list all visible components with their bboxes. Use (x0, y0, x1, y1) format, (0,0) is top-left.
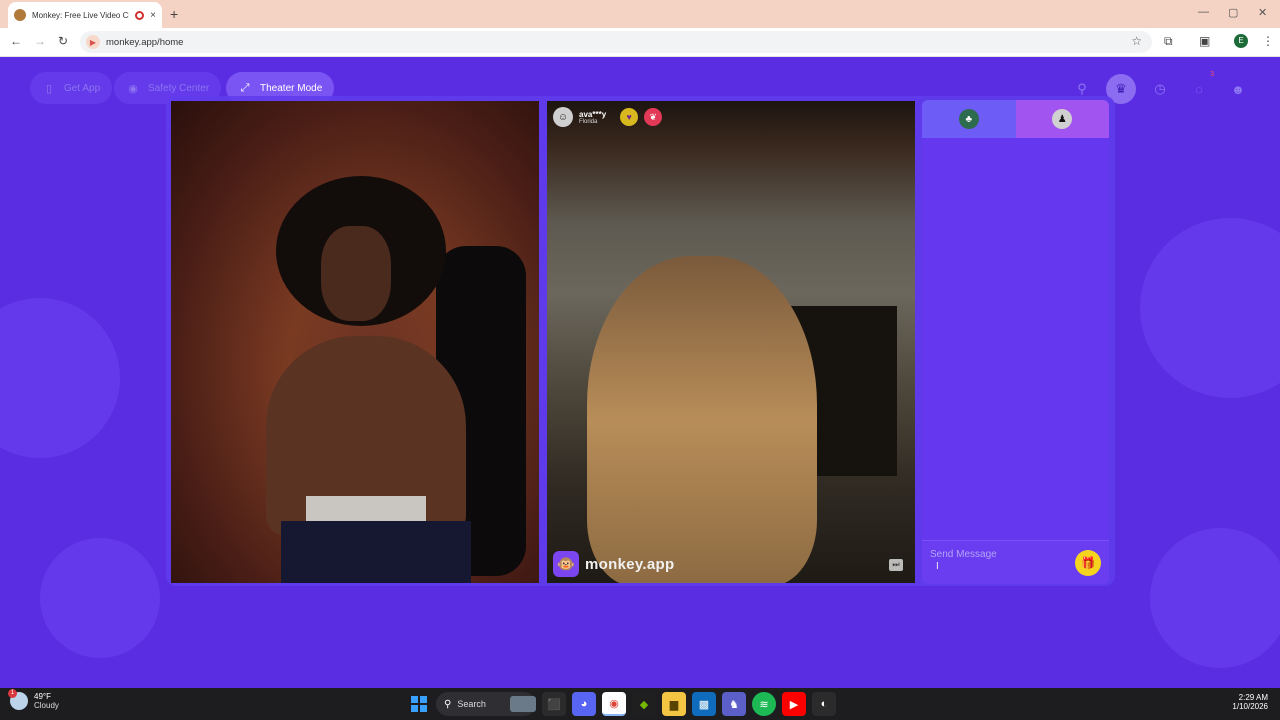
discord-icon[interactable]: ◕ (572, 692, 596, 716)
partner-2-avatar: ♟ (1052, 109, 1073, 129)
expand-icon: ⤢ (240, 81, 250, 94)
photos-icon[interactable]: ▩ (692, 692, 716, 716)
skip-icon[interactable]: ⏭ (889, 559, 903, 571)
pants (281, 521, 471, 583)
back-icon[interactable]: ← (10, 34, 22, 48)
weather-temp: 49°F (34, 692, 51, 701)
chat-panel: ♣ ♟ Send Message I 🎁 (922, 100, 1109, 584)
waistband (306, 496, 426, 521)
chat-icon[interactable]: ◌ 3 (1184, 71, 1214, 104)
avatar-icon[interactable]: ☻ (1223, 74, 1253, 104)
monkey-watermark: 🐵 monkey.app (553, 551, 674, 577)
search-highlight-icon (509, 696, 536, 712)
clock-date: 1/10/2026 (1232, 702, 1268, 711)
weather-condition: Cloudy (34, 701, 59, 710)
teams-icon[interactable]: ♞ (722, 692, 746, 716)
obs-icon[interactable]: ◐ (812, 692, 836, 716)
gift-icon[interactable]: 🎁 (1075, 550, 1101, 576)
taskbar-clock[interactable]: 2:29 AM 1/10/2026 (1232, 693, 1268, 711)
url-text: monkey.app/home (106, 36, 184, 48)
partner-avatar[interactable]: ☺ (553, 107, 573, 127)
safety-center-label: Safety Center (148, 82, 210, 94)
browser-tab-bar: Monkey: Free Live Video Ch × + — ▢ ✕ (0, 0, 1280, 28)
address-bar[interactable]: ▶ monkey.app/home ☆ (80, 31, 1152, 53)
background-decoration (0, 298, 120, 458)
tab-title: Monkey: Free Live Video Ch (32, 10, 130, 20)
browser-tab[interactable]: Monkey: Free Live Video Ch × (8, 2, 162, 28)
windows-start-icon[interactable] (408, 693, 430, 715)
tab-chat-partner-2[interactable]: ♟ (1015, 100, 1109, 138)
taskbar-search[interactable]: ⚲ Search (436, 692, 536, 716)
get-app-label: Get App (64, 82, 101, 94)
get-app-button[interactable]: ▯ Get App (30, 72, 113, 104)
monkey-logo-icon: 🐵 (553, 551, 579, 577)
notification-badge: 3 (1210, 71, 1214, 78)
file-explorer-icon[interactable]: ▆ (662, 692, 686, 716)
tab-close-button[interactable]: × (150, 10, 156, 21)
phone-icon: ▯ (45, 82, 53, 95)
partner-hair (587, 256, 817, 583)
weather-widget[interactable]: 1 49°F Cloudy (8, 689, 59, 710)
watermark-text: monkey.app (585, 555, 675, 573)
partner-name: ava***y (579, 109, 607, 119)
chrome-icon[interactable]: ◉ (602, 692, 626, 716)
partner-location: Florida (579, 118, 598, 125)
clock-icon[interactable]: ◷ (1145, 74, 1175, 104)
background-decoration (1140, 218, 1280, 398)
clock-time: 2:29 AM (1238, 693, 1268, 702)
maximize-button[interactable]: ▢ (1228, 6, 1238, 19)
browser-toolbar: ← → ↻ ▶ monkey.app/home ☆ ⧉ ▣ E ⋮ (0, 28, 1280, 57)
new-tab-button[interactable]: + (170, 6, 178, 22)
reload-icon[interactable]: ↻ (58, 34, 68, 48)
tab-chat-partner-1[interactable]: ♣ (922, 100, 1016, 138)
shield-icon: ◉ (128, 82, 138, 95)
close-window-button[interactable]: ✕ (1258, 6, 1267, 19)
youtube-icon[interactable]: ▶ (782, 692, 806, 716)
gift-badge-icon[interactable]: ❦ (644, 108, 663, 126)
message-placeholder: Send Message (930, 549, 997, 560)
background-decoration (40, 538, 160, 658)
cloud-icon: 1 (8, 689, 28, 710)
taskbar-apps: ⚲ Search ⬛ ◕ ◉ ◆ ▆ ▩ ♞ ≋ ▶ ◐ (408, 692, 836, 716)
heart-badge-icon[interactable]: ♥ (620, 108, 639, 126)
windows-taskbar: 1 49°F Cloudy ⚲ Search ⬛ ◕ ◉ ◆ ▆ ▩ ♞ ≋ ▶… (0, 688, 1280, 720)
minimize-button[interactable]: — (1198, 6, 1209, 18)
partner-info[interactable]: ☺ ava***y Florida ♥ ❦ (553, 107, 663, 127)
spotify-icon[interactable]: ≋ (752, 692, 776, 716)
message-input[interactable]: Send Message I 🎁 (922, 540, 1109, 584)
site-info-icon[interactable]: ▶ (86, 35, 100, 49)
weather-badge: 1 (8, 689, 17, 698)
theater-mode-label: Theater Mode (260, 82, 323, 94)
background-decoration (1150, 528, 1280, 668)
search-label: Search (457, 699, 486, 709)
forward-icon[interactable]: → (34, 34, 46, 48)
epic-games-icon[interactable]: ⬛ (542, 692, 566, 716)
partner-video: ☺ ava***y Florida ♥ ❦ 🐵 monkey.app ⏭ (547, 101, 915, 583)
browser-menu-icon[interactable]: ⋮ (1262, 34, 1274, 48)
partner-1-avatar: ♣ (958, 109, 979, 129)
tab-search-icon[interactable]: ▣ (1199, 34, 1210, 48)
recording-icon (135, 10, 145, 20)
bookmark-star-icon[interactable]: ☆ (1131, 34, 1142, 48)
chat-tabs: ♣ ♟ (922, 100, 1109, 138)
site-favicon-icon (14, 9, 26, 21)
profile-avatar[interactable]: E (1234, 34, 1248, 48)
extensions-icon[interactable]: ⧉ (1164, 34, 1173, 49)
search-icon: ⚲ (444, 698, 452, 710)
self-video (171, 101, 539, 583)
nvidia-icon[interactable]: ◆ (632, 692, 656, 716)
text-cursor-icon: I (936, 561, 939, 572)
person-face (321, 226, 391, 321)
chat-messages (922, 138, 1109, 540)
